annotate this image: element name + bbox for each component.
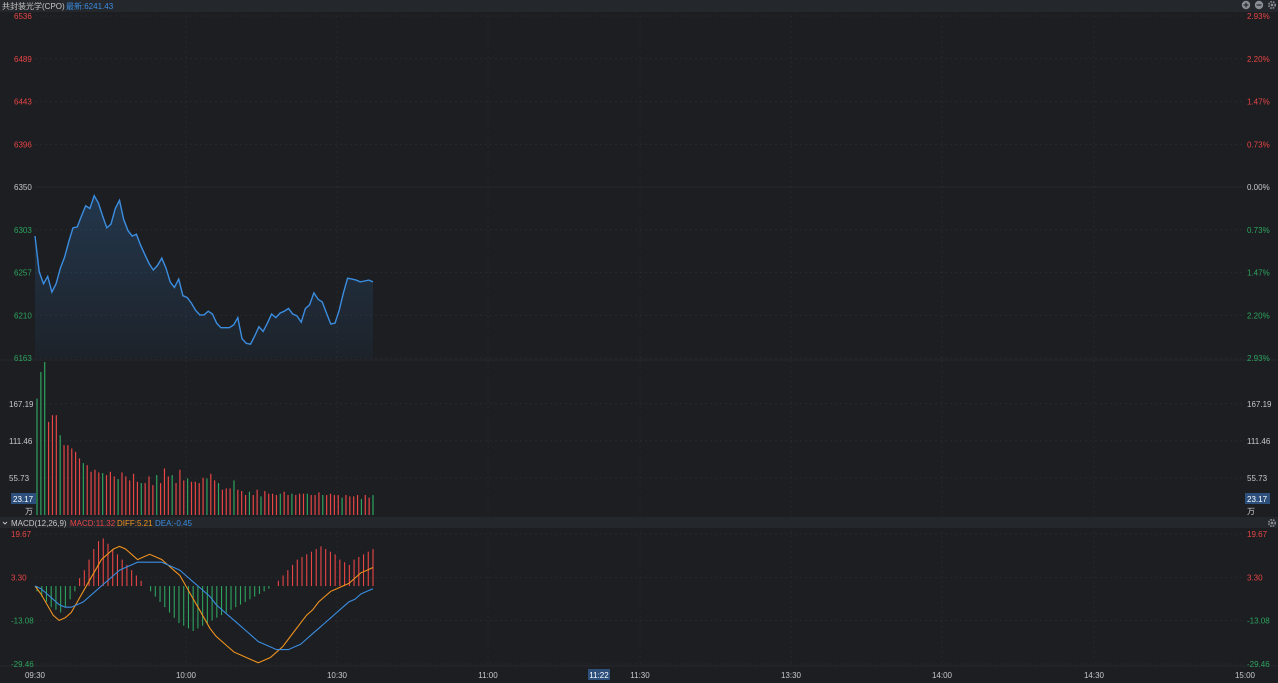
macd-tick-left: -29.46 [11, 660, 34, 669]
price-panel: 6536 2.93% 6489 2.20% 6443 1.47% 6396 0.73% 6350… [14, 12, 1270, 363]
time-axis: 09:30 10:00 10:30 11:00 11:22 11:30 13:30 14:00… [25, 669, 1256, 680]
percent-tick-right: 1.47% [1247, 98, 1270, 107]
dea-value: DEA:-0.45 [155, 519, 192, 528]
latest-price: 最新:6241.43 [66, 1, 114, 11]
dea-line [34, 561, 374, 651]
macd-tick-right: -29.46 [1247, 660, 1270, 669]
time-label: 13:30 [781, 671, 802, 680]
price-tick-left: 6350 [14, 183, 32, 192]
macd-indicator-name[interactable]: MACD(12,26,9) [11, 519, 67, 528]
price-tick-left: 6210 [14, 311, 32, 320]
time-label: 14:30 [1084, 671, 1105, 680]
header-bar [0, 0, 1278, 12]
volume-panel: 167.19 167.19 111.46 111.46 55.73 55.73 23.17 2… [9, 362, 1272, 516]
time-label: 14:00 [932, 671, 953, 680]
percent-tick-right: 2.20% [1247, 311, 1270, 320]
plus-circle-icon[interactable] [1241, 0, 1251, 10]
price-area [35, 195, 373, 358]
percent-tick-right: 2.93% [1247, 354, 1270, 363]
price-tick-left: 6489 [14, 55, 32, 64]
volume-tick-right: 111.46 [1247, 437, 1271, 446]
volume-tick-left: 167.19 [9, 400, 34, 409]
volume-tick-left: 111.46 [9, 437, 33, 446]
price-tick-left: 6303 [14, 226, 32, 235]
time-label: 15:00 [1235, 671, 1256, 680]
index-title: 共封装光学(CPO) [2, 1, 65, 11]
percent-tick-right: 2.20% [1247, 55, 1270, 64]
diff-line [34, 545, 374, 664]
volume-unit-left: 万 [25, 507, 33, 516]
volume-current-value-left: 23.17 [13, 495, 34, 504]
time-label: 10:00 [176, 671, 197, 680]
percent-tick-right: 0.00% [1247, 183, 1270, 192]
time-label: 11:30 [630, 671, 650, 680]
percent-tick-right: 0.73% [1247, 226, 1270, 235]
volume-tick-right: 167.19 [1247, 400, 1272, 409]
time-label: 11:00 [478, 671, 498, 680]
macd-value: MACD:11.32 [70, 519, 116, 528]
volume-current-value-right: 23.17 [1247, 495, 1268, 504]
macd-tick-left: 19.67 [11, 530, 32, 539]
percent-tick-right: 2.93% [1247, 12, 1270, 21]
macd-panel: 19.67 19.67 3.30 3.30 -13.08 -13.08 -29.46 -29.… [11, 530, 1270, 669]
time-label: 10:30 [327, 671, 348, 680]
macd-tick-left: -13.08 [11, 617, 34, 626]
volume-unit-right: 万 [1247, 507, 1255, 516]
percent-tick-right: 1.47% [1247, 269, 1270, 278]
macd-tick-right: 3.30 [1247, 573, 1263, 582]
price-tick-left: 6163 [14, 354, 32, 363]
price-tick-left: 6396 [14, 140, 32, 149]
minus-circle-icon[interactable] [1254, 0, 1264, 10]
percent-tick-right: 0.73% [1247, 140, 1270, 149]
time-label: 09:30 [25, 671, 46, 680]
macd-tick-right: -13.08 [1247, 617, 1270, 626]
intraday-chart: 共封装光学(CPO) 最新:6241.43 6536 2.93% 6489 2.20%… [0, 0, 1278, 680]
macd-tick-right: 19.67 [1247, 530, 1268, 539]
volume-tick-right: 55.73 [1247, 474, 1268, 483]
diff-value: DIFF:5.21 [117, 519, 153, 528]
price-tick-left: 6257 [14, 269, 32, 278]
volume-tick-left: 55.73 [9, 474, 30, 483]
price-tick-left: 6443 [14, 98, 32, 107]
time-highlight-label: 11:22 [589, 671, 609, 680]
price-tick-left: 6536 [14, 12, 32, 21]
macd-tick-left: 3.30 [11, 573, 27, 582]
